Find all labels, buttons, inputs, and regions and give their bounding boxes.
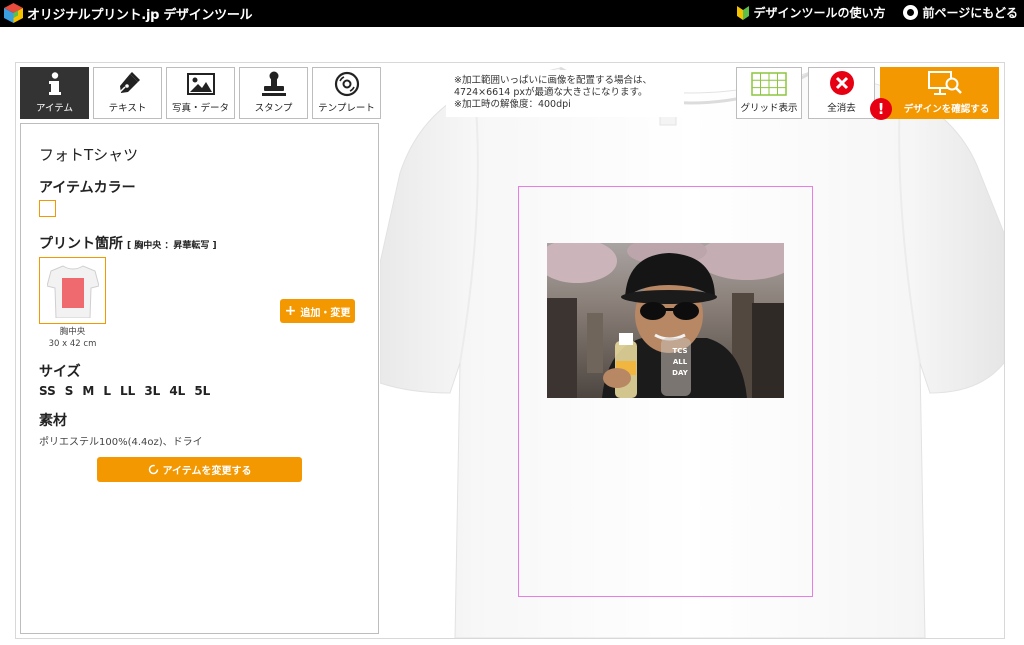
size-s: S — [64, 384, 74, 398]
resolution-notice: ※加工範囲いっぱいに画像を配置する場合は、 4724×6614 pxが最適な大き… — [446, 70, 684, 117]
back-circle-icon — [903, 5, 919, 20]
tab-photo-label: 写真・データ — [171, 103, 229, 114]
size-list: SS S M L LL 3L 4L 5L — [39, 384, 210, 398]
tab-item[interactable]: アイテム — [20, 67, 89, 119]
print-position-size: 30 x 42 cm — [48, 339, 97, 349]
clear-x-icon — [829, 71, 854, 95]
back-label: 前ページにもどる — [922, 6, 1018, 20]
size-m: M — [82, 384, 95, 398]
size-3l: 3L — [144, 384, 161, 398]
how-to-label: デザインツールの使い方 — [753, 6, 886, 20]
grid-toggle-label: グリッド表示 — [740, 103, 798, 114]
item-name: フォトTシャツ — [39, 146, 139, 164]
clear-all-label: 全消去 — [827, 103, 856, 114]
print-position-name: 胸中央 — [59, 327, 86, 337]
back-link[interactable]: 前ページにもどる — [903, 4, 1018, 21]
refresh-icon — [148, 464, 158, 475]
placed-photo[interactable]: TCS ALL DAY — [547, 243, 784, 398]
bottle-text-1: TCS — [672, 347, 688, 355]
notice-line-3: ※加工時の解像度：400dpi — [454, 99, 571, 110]
tab-photo[interactable]: 写真・データ — [166, 67, 235, 119]
size-4l: 4L — [169, 384, 186, 398]
change-item-button[interactable]: アイテムを変更する — [97, 457, 302, 482]
image-icon — [186, 73, 215, 95]
size-ll: LL — [120, 384, 136, 398]
beginner-mark-icon — [737, 5, 750, 20]
bottle-text-3: DAY — [672, 369, 688, 377]
info-icon — [48, 72, 61, 95]
site-logo[interactable]: オリジナルプリント.jp デザインツール — [4, 3, 253, 23]
change-item-label: アイテムを変更する — [162, 466, 252, 477]
alert-icon: ! — [870, 98, 892, 120]
size-l: L — [103, 384, 112, 398]
size-5l: 5L — [194, 384, 211, 398]
color-swatch-white[interactable] — [39, 200, 56, 217]
grid-icon — [751, 72, 787, 96]
add-change-label: 追加・変更 — [300, 307, 351, 319]
color-heading: アイテムカラー — [39, 180, 136, 196]
monitor-search-icon — [927, 71, 962, 95]
tab-stamp[interactable]: スタンプ — [239, 67, 308, 119]
tab-item-label: アイテム — [35, 103, 74, 114]
bottle-text-2: ALL — [672, 358, 688, 366]
tab-template-label: テンプレート — [318, 103, 375, 114]
grid-toggle-button[interactable]: グリッド表示 — [736, 67, 802, 119]
logo-cube-icon — [4, 3, 23, 23]
clear-all-button[interactable]: 全消去 — [808, 67, 875, 119]
confirm-design-button[interactable]: デザインを確認する — [880, 67, 999, 119]
print-heading: プリント箇所 [ 胸中央 ：昇華転写 ] — [39, 233, 217, 253]
print-detail: [ 胸中央 ：昇華転写 ] — [127, 241, 217, 251]
top-header: オリジナルプリント.jp デザインツール デザインツールの使い方 前ページにもど… — [0, 0, 1024, 27]
tab-template[interactable]: テンプレート — [312, 67, 381, 119]
plus-icon: + — [284, 303, 297, 319]
size-heading: サイズ — [39, 364, 81, 380]
logo-text: オリジナルプリント.jp デザインツール — [27, 7, 253, 23]
material-text: ポリエステル100%(4.4oz)、ドライ — [39, 437, 203, 448]
add-change-button[interactable]: + 追加・変更 — [280, 299, 355, 323]
tab-stamp-label: スタンプ — [254, 103, 293, 114]
mini-tshirt-icon — [47, 265, 99, 318]
print-heading-text: プリント箇所 — [39, 236, 123, 252]
tool-tabs: アイテム テキスト 写真・データ スタンプ テンプレート — [20, 67, 381, 119]
how-to-link[interactable]: デザインツールの使い方 — [737, 4, 885, 21]
print-position-thumb[interactable] — [39, 257, 106, 324]
print-position-caption: 胸中央 30 x 42 cm — [39, 326, 106, 350]
stamp-icon — [261, 71, 286, 96]
disc-icon — [334, 71, 359, 97]
tab-text-label: テキスト — [108, 103, 147, 114]
notice-line-2: 4724×6614 pxが最適な大きさになります。 — [454, 87, 648, 98]
tab-text[interactable]: テキスト — [93, 67, 162, 119]
size-ss: SS — [39, 384, 56, 398]
confirm-design-label: デザインを確認する — [903, 104, 990, 115]
notice-line-1: ※加工範囲いっぱいに画像を配置する場合は、 — [454, 75, 652, 86]
pen-icon — [115, 72, 140, 96]
material-heading: 素材 — [39, 413, 67, 429]
item-panel: フォトTシャツ アイテムカラー プリント箇所 [ 胸中央 ：昇華転写 ] 胸中央 … — [20, 123, 379, 634]
